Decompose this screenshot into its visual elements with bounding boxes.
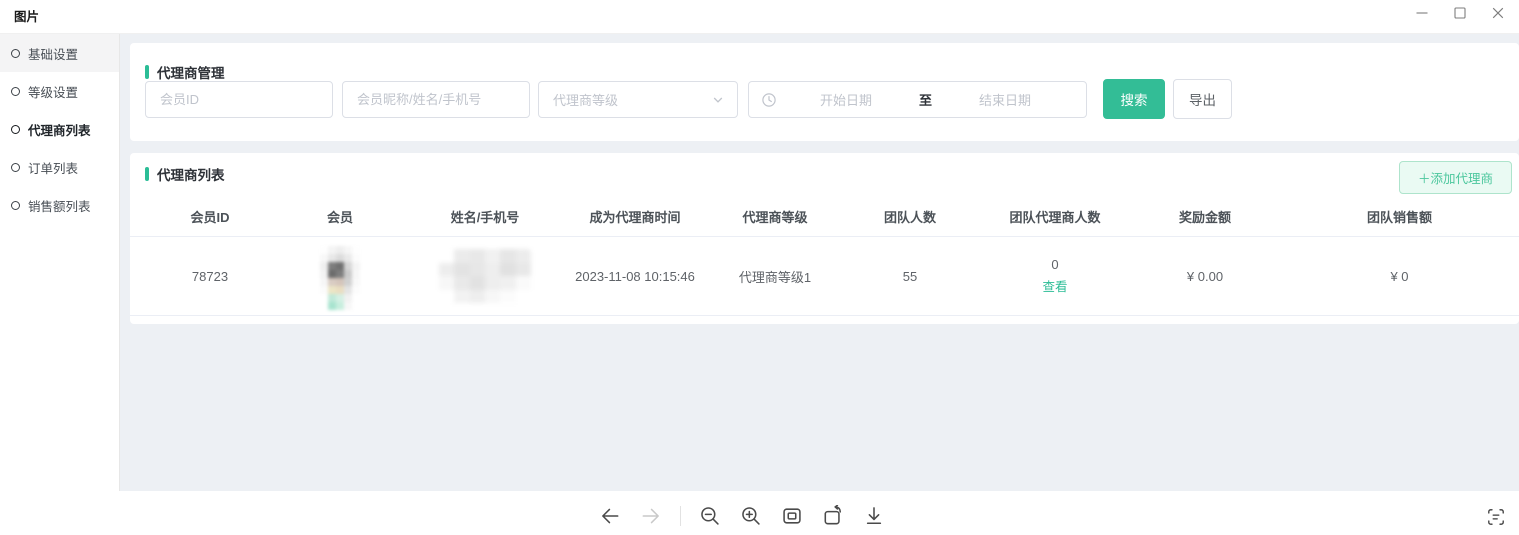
list-section-title: 代理商列表 <box>145 164 225 184</box>
clock-icon <box>761 92 777 108</box>
end-date-placeholder: 结束日期 <box>936 90 1074 109</box>
start-date-placeholder: 开始日期 <box>777 90 915 109</box>
sidebar-item-label: 销售额列表 <box>28 196 91 215</box>
radio-circle-icon <box>11 163 20 172</box>
agent-filter-card: 代理商管理 代理商等级 开始日期 至 结束日期 搜索 导出 <box>130 43 1519 141</box>
zoom-in-button[interactable] <box>739 503 763 529</box>
member-id-input[interactable] <box>145 81 333 118</box>
viewer-toolbar <box>598 503 886 529</box>
cell-member-id: 78723 <box>150 237 270 315</box>
search-button[interactable]: 搜索 <box>1103 79 1165 119</box>
list-title-text: 代理商列表 <box>157 164 225 184</box>
cell-name-phone <box>410 237 560 315</box>
col-agent-level: 代理商等级 <box>710 196 840 236</box>
rotate-icon <box>822 505 844 527</box>
radio-circle-icon <box>11 87 20 96</box>
cell-team-sales: ¥ 0 <box>1280 237 1519 315</box>
ocr-scan-button[interactable] <box>1484 505 1508 529</box>
team-agent-count-value: 0 <box>1051 257 1058 272</box>
sidebar-item-sales-list[interactable]: 销售额列表 <box>0 186 119 224</box>
window-title: 图片 <box>14 6 39 25</box>
rotate-button[interactable] <box>821 503 845 529</box>
avatar <box>320 246 360 310</box>
download-icon <box>863 505 885 527</box>
sidebar: 基础设置 等级设置 代理商列表 订单列表 销售额列表 <box>0 34 120 491</box>
sidebar-item-order-list[interactable]: 订单列表 <box>0 148 119 186</box>
cell-member-avatar <box>270 237 410 315</box>
agent-level-select[interactable]: 代理商等级 <box>538 81 738 118</box>
viewed-image: 基础设置 等级设置 代理商列表 订单列表 销售额列表 代理商管理 <box>0 33 1519 490</box>
date-range-picker[interactable]: 开始日期 至 结束日期 <box>748 81 1087 118</box>
radio-circle-icon <box>11 125 20 134</box>
view-link[interactable]: 查看 <box>1042 276 1067 295</box>
sidebar-item-label: 等级设置 <box>28 82 78 101</box>
close-button[interactable] <box>1479 0 1517 26</box>
sidebar-item-agent-list[interactable]: 代理商列表 <box>0 110 119 148</box>
section-bar-icon <box>145 167 149 181</box>
radio-circle-icon <box>11 201 20 210</box>
agent-list-card: 代理商列表 ＋添加代理商 会员ID 会员 姓名/手机号 成为代理商时间 代理商等… <box>130 153 1519 324</box>
table-header: 会员ID 会员 姓名/手机号 成为代理商时间 代理商等级 团队人数 团队代理商人… <box>130 196 1519 237</box>
col-name-phone: 姓名/手机号 <box>410 196 560 236</box>
col-become-time: 成为代理商时间 <box>560 196 710 236</box>
forward-icon <box>640 505 662 527</box>
col-team-agent-count: 团队代理商人数 <box>980 196 1130 236</box>
table-row: 78723 2023-11-08 10:15:46 代理商等级1 55 0 查看… <box>130 237 1519 316</box>
sidebar-item-label: 订单列表 <box>28 158 78 177</box>
back-icon <box>599 505 621 527</box>
col-member-id: 会员ID <box>150 196 270 236</box>
cell-become-time: 2023-11-08 10:15:46 <box>560 237 710 315</box>
sidebar-item-level-settings[interactable]: 等级设置 <box>0 72 119 110</box>
redacted-name <box>439 249 531 303</box>
window-controls <box>1403 0 1517 26</box>
actual-size-button[interactable] <box>780 503 804 529</box>
cell-team-agent-count: 0 查看 <box>980 237 1130 315</box>
ocr-scan-icon <box>1486 507 1506 527</box>
col-team-sales: 团队销售额 <box>1280 196 1519 236</box>
close-icon <box>1491 6 1505 20</box>
download-button[interactable] <box>862 503 886 529</box>
select-placeholder: 代理商等级 <box>553 90 618 109</box>
cell-reward-amount: ¥ 0.00 <box>1130 237 1280 315</box>
forward-button[interactable] <box>639 503 663 529</box>
col-team-count: 团队人数 <box>840 196 980 236</box>
minimize-button[interactable] <box>1403 0 1441 26</box>
maximize-button[interactable] <box>1441 0 1479 26</box>
export-button[interactable]: 导出 <box>1173 79 1232 119</box>
sidebar-item-basic-settings[interactable]: 基础设置 <box>0 34 119 72</box>
maximize-icon <box>1453 6 1467 20</box>
toolbar-divider <box>680 506 681 526</box>
section-bar-icon <box>145 65 149 79</box>
col-reward-amount: 奖励金额 <box>1130 196 1280 236</box>
cell-team-count: 55 <box>840 237 980 315</box>
radio-circle-icon <box>11 49 20 58</box>
sidebar-item-label: 基础设置 <box>28 44 78 63</box>
cell-agent-level: 代理商等级1 <box>710 237 840 315</box>
filter-row: 代理商等级 开始日期 至 结束日期 搜索 导出 <box>145 79 1232 119</box>
back-button[interactable] <box>598 503 622 529</box>
zoom-out-icon <box>699 505 721 527</box>
zoom-in-icon <box>740 505 762 527</box>
actual-size-icon <box>781 505 803 527</box>
minimize-icon <box>1415 6 1429 20</box>
add-agent-button[interactable]: ＋添加代理商 <box>1399 161 1512 194</box>
sidebar-item-label: 代理商列表 <box>28 120 91 139</box>
member-name-input[interactable] <box>342 81 530 118</box>
zoom-out-button[interactable] <box>698 503 722 529</box>
main-content: 代理商管理 代理商等级 开始日期 至 结束日期 搜索 导出 <box>120 34 1519 491</box>
col-member: 会员 <box>270 196 410 236</box>
chevron-down-icon <box>711 93 725 107</box>
date-separator: 至 <box>915 90 936 109</box>
viewer-titlebar: 图片 <box>0 0 1519 33</box>
